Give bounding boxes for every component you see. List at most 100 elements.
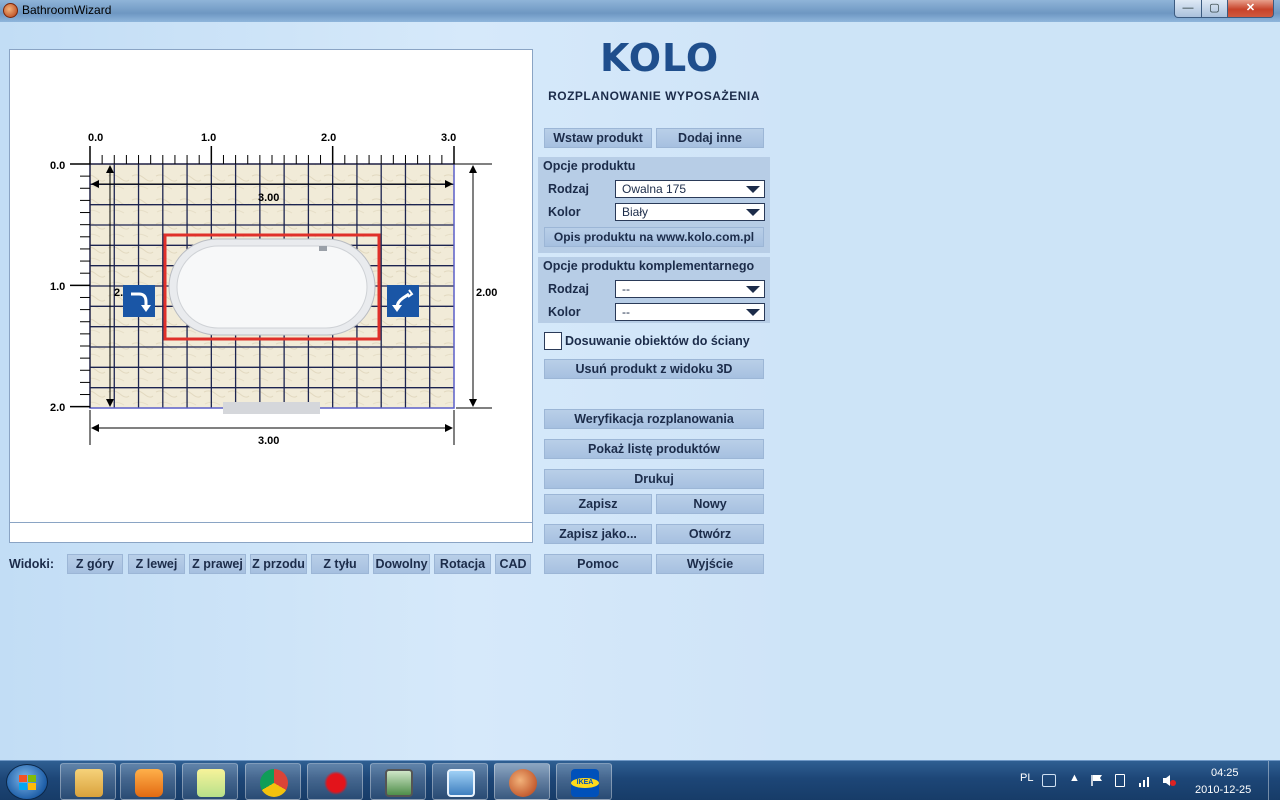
add-other-button[interactable]: Dodaj inne (656, 128, 764, 148)
language-indicator[interactable]: PL (1020, 772, 1033, 784)
panel-subtitle: ROZPLANOWANIE WYPOSAŻENIA (548, 89, 760, 103)
remove-from-3d-button[interactable]: Usuń produkt z widoku 3D (544, 359, 764, 379)
sticky-notes-icon (197, 769, 225, 797)
view-back-button[interactable]: Z tyłu (311, 554, 369, 574)
dimension-right-text: 2.00 (476, 287, 497, 299)
volume-muted-icon[interactable] (1162, 774, 1176, 787)
taskbar-paint-app[interactable] (307, 763, 363, 800)
taskbar-sticky-notes[interactable] (182, 763, 238, 800)
save-button[interactable]: Zapisz (544, 494, 652, 514)
dimension-top-text: 3.00 (258, 192, 279, 204)
show-product-list-button[interactable]: Pokaż listę produktów (544, 439, 764, 459)
view-top-button[interactable]: Z góry (67, 554, 123, 574)
complementary-type-label: Rodzaj (548, 282, 589, 296)
minimize-button[interactable]: — (1174, 0, 1202, 18)
network-signal-icon[interactable] (1138, 774, 1152, 787)
dimension-bottom-text: 3.00 (258, 435, 279, 447)
chevron-down-icon (746, 286, 760, 293)
taskbar-chrome[interactable] (245, 763, 301, 800)
help-button[interactable]: Pomoc (544, 554, 652, 574)
taskbar-control-panel[interactable] (432, 763, 488, 800)
exit-button[interactable]: Wyjście (656, 554, 764, 574)
taskbar-media-player[interactable] (120, 763, 176, 800)
wall-snap-checkbox[interactable] (544, 332, 562, 350)
start-button[interactable] (6, 764, 48, 800)
views-label: Widoki: (9, 557, 55, 571)
rotate-left-button[interactable] (123, 285, 155, 317)
view-rotation-button[interactable]: Rotacja (434, 554, 491, 574)
ruler-y-label: 1.0 (50, 281, 65, 293)
kolo-logo: KOLO (600, 36, 720, 80)
new-button[interactable]: Nowy (656, 494, 764, 514)
show-hidden-icons-icon[interactable]: ▲ (1069, 772, 1080, 784)
ruler-x-label: 1.0 (201, 132, 216, 144)
floor-plan[interactable]: 0.0 1.0 2.0 3.0 0.0 1.0 2.0 3.00 3.00 2.… (10, 50, 532, 522)
plan-viewport[interactable]: 0.0 1.0 2.0 3.0 0.0 1.0 2.0 3.00 3.00 2.… (9, 49, 533, 523)
taskbar-file-explorer[interactable] (60, 763, 116, 800)
wall-snap-label: Dosuwanie obiektów do ściany (565, 334, 750, 348)
chevron-down-icon (746, 209, 760, 216)
window-title: BathroomWizard (22, 3, 112, 17)
taskbar-monitor-app[interactable] (370, 763, 426, 800)
color-select-value: Biały (622, 205, 649, 219)
complementary-color-value: -- (622, 305, 630, 319)
verify-layout-button[interactable]: Weryfikacja rozplanowania (544, 409, 764, 429)
save-as-button[interactable]: Zapisz jako... (544, 524, 652, 544)
paint-splash-icon (322, 769, 350, 797)
view-cad-button[interactable]: CAD (495, 554, 531, 574)
type-select-value: Owalna 175 (622, 182, 687, 196)
app-icon (3, 3, 18, 18)
taskbar-ikea[interactable]: IKEA (556, 763, 612, 800)
complementary-options-header: Opcje produktu komplementarnego (543, 259, 755, 273)
window-titlebar: BathroomWizard — ▢ ✕ (0, 0, 1280, 22)
view-right-button[interactable]: Z prawej (189, 554, 246, 574)
battery-icon[interactable] (1115, 774, 1125, 787)
system-tray: PL ▲ 04:25 2010-12-25 (1014, 761, 1280, 800)
ruler-x-label: 3.0 (441, 132, 456, 144)
media-player-icon (135, 769, 163, 797)
complementary-color-label: Kolor (548, 305, 581, 319)
type-label: Rodzaj (548, 182, 589, 196)
action-center-flag-icon[interactable] (1090, 774, 1104, 787)
desktop-background (780, 22, 1280, 760)
ruler-y-label: 2.0 (50, 402, 65, 414)
dj-app-icon (509, 769, 537, 797)
clock-date[interactable]: 2010-12-25 (1195, 784, 1251, 796)
open-button[interactable]: Otwórz (656, 524, 764, 544)
taskbar: IKEA PL ▲ 04:25 2010-12-25 (0, 760, 1280, 800)
complementary-type-select[interactable]: -- (615, 280, 765, 298)
ikea-text: IKEA (571, 778, 599, 788)
print-button[interactable]: Drukuj (544, 469, 764, 489)
windows-logo-icon (19, 775, 36, 790)
chevron-down-icon (746, 309, 760, 316)
ruler-y-label: 0.0 (50, 160, 65, 172)
clock-time[interactable]: 04:25 (1211, 767, 1239, 779)
color-label: Kolor (548, 205, 581, 219)
chevron-down-icon (746, 186, 760, 193)
insert-product-button[interactable]: Wstaw produkt (544, 128, 652, 148)
maximize-button[interactable]: ▢ (1201, 0, 1228, 18)
close-button[interactable]: ✕ (1227, 0, 1274, 18)
keyboard-icon[interactable] (1042, 774, 1056, 787)
show-desktop-button[interactable] (1268, 761, 1280, 800)
file-explorer-icon (75, 769, 103, 797)
complementary-color-select[interactable]: -- (615, 303, 765, 321)
chrome-icon (260, 769, 288, 797)
rotate-right-button[interactable] (387, 285, 419, 317)
complementary-type-value: -- (622, 282, 630, 296)
bathtub-product[interactable] (163, 233, 381, 341)
ruler-x-label: 0.0 (88, 132, 103, 144)
view-left-button[interactable]: Z lewej (128, 554, 185, 574)
ruler-x-label: 2.0 (321, 132, 336, 144)
view-front-button[interactable]: Z przodu (250, 554, 307, 574)
color-select[interactable]: Biały (615, 203, 765, 221)
product-description-link-button[interactable]: Opis produktu na www.kolo.com.pl (544, 227, 764, 247)
control-panel-icon (447, 769, 475, 797)
view-free-button[interactable]: Dowolny (373, 554, 430, 574)
type-select[interactable]: Owalna 175 (615, 180, 765, 198)
taskbar-bathroom-wizard[interactable] (494, 763, 550, 800)
monitor-app-icon (385, 769, 413, 797)
door-marker (223, 402, 320, 414)
product-options-header: Opcje produktu (543, 159, 636, 173)
status-box (9, 522, 533, 543)
